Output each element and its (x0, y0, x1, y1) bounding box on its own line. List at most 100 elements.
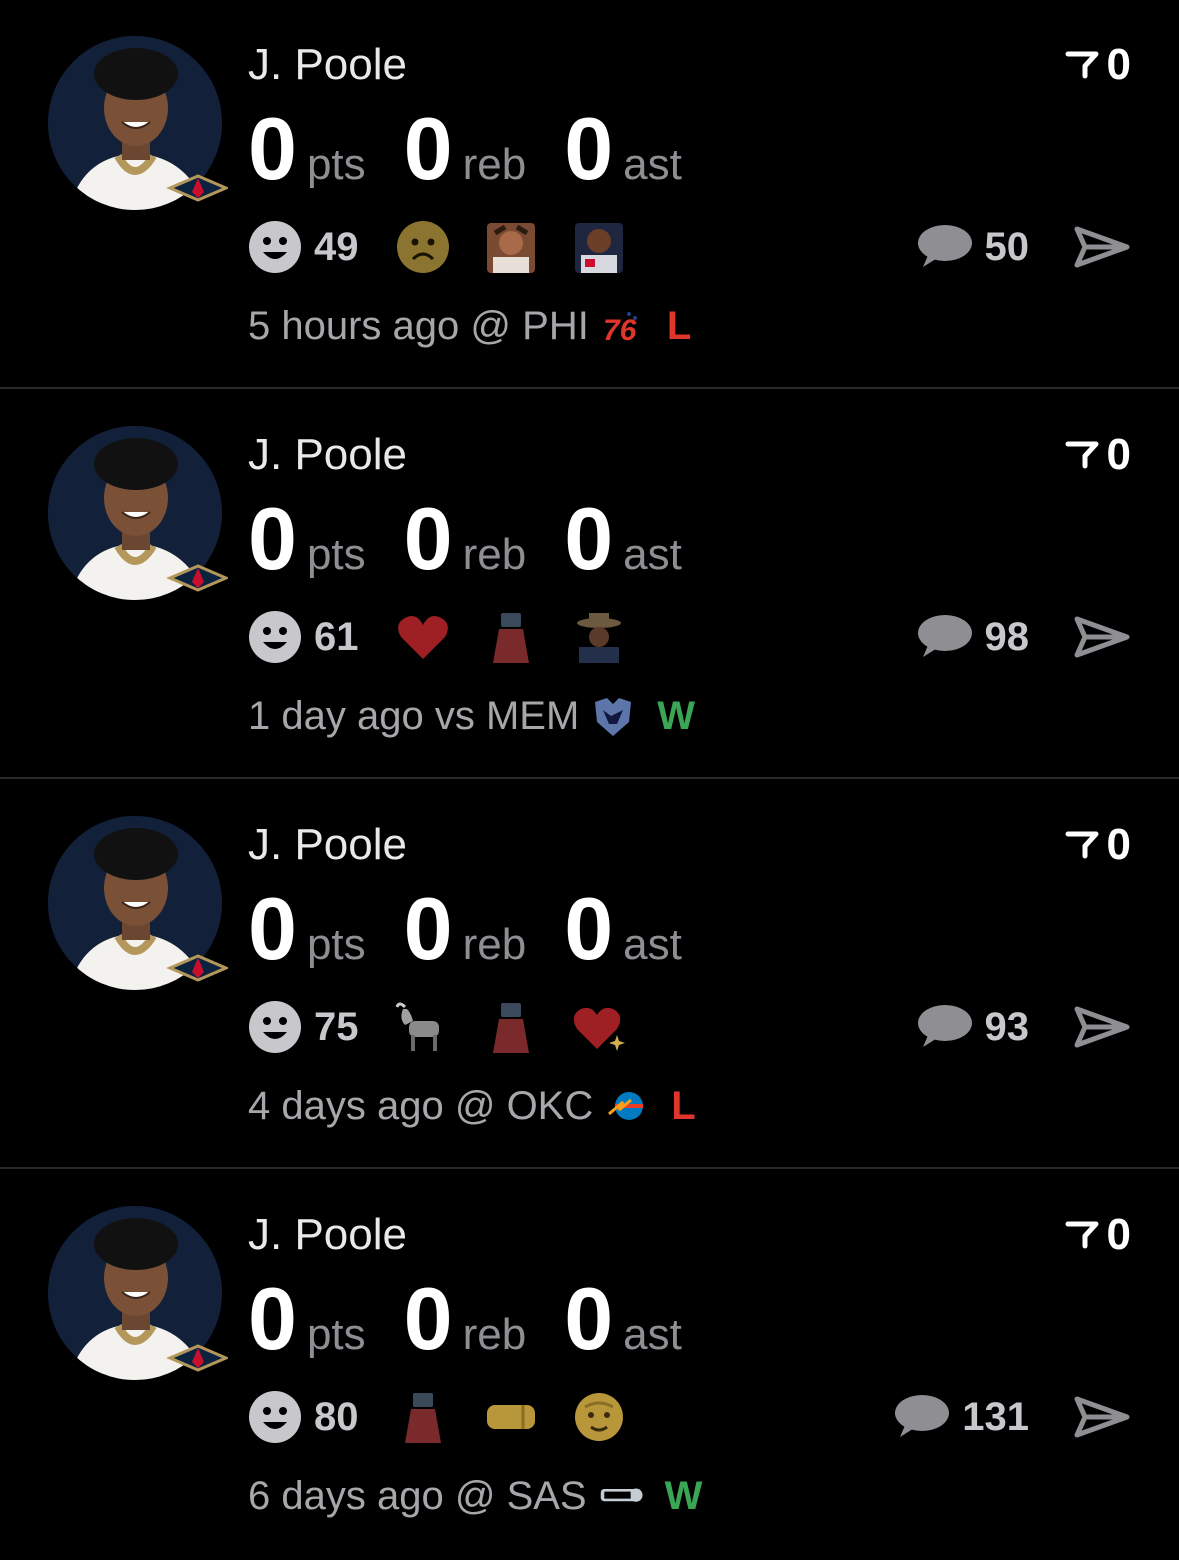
player-avatar[interactable] (48, 36, 228, 210)
card-divider (0, 387, 1179, 389)
old-man-face-icon[interactable] (571, 1389, 627, 1445)
rebounds-unit: reb (462, 920, 527, 969)
reaction-bar[interactable]: 75 (248, 998, 659, 1056)
trash-can-sticker-icon[interactable] (483, 609, 539, 665)
player-avatar[interactable] (48, 816, 228, 990)
share-icon[interactable] (1073, 613, 1131, 661)
assists-unit: ast (623, 1310, 682, 1359)
funnel-icon (1065, 1221, 1099, 1249)
share-icon[interactable] (1073, 1393, 1131, 1441)
76ers-logo-icon: 76 (601, 304, 645, 348)
game-card[interactable]: J. Poole 0 pts 0 reb 0 ast 0 80 131 6 days ag… (0, 1170, 1179, 1560)
assists-unit: ast (623, 530, 682, 579)
smiley-icon[interactable] (248, 1390, 302, 1444)
points-unit: pts (306, 140, 366, 189)
filter-button[interactable]: 0 (1065, 1210, 1131, 1260)
assists-unit: ast (623, 920, 682, 969)
filter-count: 0 (1106, 40, 1131, 89)
smiley-icon[interactable] (248, 1000, 302, 1054)
goat-icon[interactable] (395, 999, 451, 1055)
game-time: 6 days ago (248, 1473, 444, 1518)
reaction-count: 75 (314, 1004, 359, 1049)
player-sticker-icon[interactable] (571, 219, 627, 275)
stat-line: 0 pts 0 reb 0 ast (248, 98, 720, 198)
comment-icon[interactable] (915, 223, 973, 271)
thunder-logo-icon (605, 1084, 649, 1128)
result-win: W (657, 693, 696, 738)
opponent-abbr: PHI (522, 303, 589, 348)
trash-can-sticker-icon[interactable] (395, 1389, 451, 1445)
red-heart-icon[interactable] (395, 609, 451, 665)
fist-bump-icon[interactable] (483, 1389, 539, 1445)
player-name: J. Poole (248, 430, 407, 479)
game-time: 5 hours ago (248, 303, 460, 348)
rebounds-unit: reb (462, 1310, 527, 1359)
assists-unit: ast (623, 140, 682, 189)
reaction-count: 49 (314, 224, 359, 269)
comment-icon[interactable] (915, 613, 973, 661)
stat-line: 0 pts 0 reb 0 ast (248, 488, 720, 588)
comment-icon[interactable] (892, 1393, 950, 1441)
player-name: J. Poole (248, 40, 407, 89)
cowboy-hat-sticker-icon[interactable] (571, 609, 627, 665)
points-value: 0 (248, 1269, 297, 1368)
funnel-icon (1065, 51, 1099, 79)
stat-line: 0 pts 0 reb 0 ast (248, 878, 720, 978)
comments-bar[interactable]: 50 (915, 218, 1132, 276)
comment-count: 131 (962, 1394, 1029, 1439)
reaction-bar[interactable]: 49 (248, 218, 659, 276)
card-divider (0, 1167, 1179, 1169)
player-name: J. Poole (248, 1210, 407, 1259)
reaction-bar[interactable]: 61 (248, 608, 659, 666)
sparkling-heart-icon[interactable] (571, 999, 627, 1055)
player-avatar[interactable] (48, 1206, 228, 1380)
rebounds-value: 0 (403, 489, 453, 588)
game-info: 1 day ago vs MEM W (248, 690, 695, 742)
filter-button[interactable]: 0 (1065, 820, 1131, 870)
assists-value: 0 (564, 879, 614, 978)
points-value: 0 (248, 489, 297, 588)
comments-bar[interactable]: 98 (915, 608, 1132, 666)
comments-bar[interactable]: 93 (915, 998, 1132, 1056)
funnel-icon (1065, 831, 1099, 859)
comment-count: 98 (984, 614, 1030, 659)
venue-indicator: vs (434, 693, 475, 738)
points-value: 0 (248, 99, 297, 198)
trash-can-sticker-icon[interactable] (483, 999, 539, 1055)
filter-button[interactable]: 0 (1065, 430, 1131, 480)
filter-count: 0 (1106, 820, 1131, 869)
points-unit: pts (306, 530, 366, 579)
game-card[interactable]: J. Poole 0 pts 0 reb 0 ast 0 49 50 5 hours ag… (0, 0, 1179, 390)
share-icon[interactable] (1073, 223, 1131, 271)
result-win: W (664, 1473, 703, 1518)
filter-count: 0 (1106, 1210, 1131, 1259)
rebounds-value: 0 (403, 879, 453, 978)
venue-indicator: @ (470, 303, 512, 348)
game-card[interactable]: J. Poole 0 pts 0 reb 0 ast 0 61 98 1 day ago … (0, 390, 1179, 780)
frowning-face-icon[interactable] (395, 219, 451, 275)
game-time: 1 day ago (248, 693, 424, 738)
comments-bar[interactable]: 131 (892, 1388, 1131, 1446)
comment-icon[interactable] (915, 1003, 973, 1051)
game-info: 4 days ago @ OKC L (248, 1080, 696, 1132)
reaction-bar[interactable]: 80 (248, 1388, 659, 1446)
comment-count: 50 (984, 224, 1030, 269)
player-avatar[interactable] (48, 426, 228, 600)
game-time: 4 days ago (248, 1083, 444, 1128)
rebounds-unit: reb (462, 530, 527, 579)
smiley-icon[interactable] (248, 610, 302, 664)
game-card[interactable]: J. Poole 0 pts 0 reb 0 ast 0 75 93 4 days ago… (0, 780, 1179, 1170)
player-name: J. Poole (248, 820, 407, 869)
share-icon[interactable] (1073, 1003, 1131, 1051)
assists-value: 0 (564, 489, 614, 588)
venue-indicator: @ (454, 1473, 496, 1518)
filter-count: 0 (1106, 430, 1131, 479)
card-divider (0, 777, 1179, 779)
game-info: 6 days ago @ SAS W (248, 1470, 702, 1522)
result-loss: L (671, 1083, 696, 1128)
filter-button[interactable]: 0 (1065, 40, 1131, 90)
game-info: 5 hours ago @ PHI 76 L (248, 300, 691, 352)
distressed-person-sticker-icon[interactable] (483, 219, 539, 275)
opponent-abbr: OKC (506, 1083, 594, 1128)
smiley-icon[interactable] (248, 220, 302, 274)
